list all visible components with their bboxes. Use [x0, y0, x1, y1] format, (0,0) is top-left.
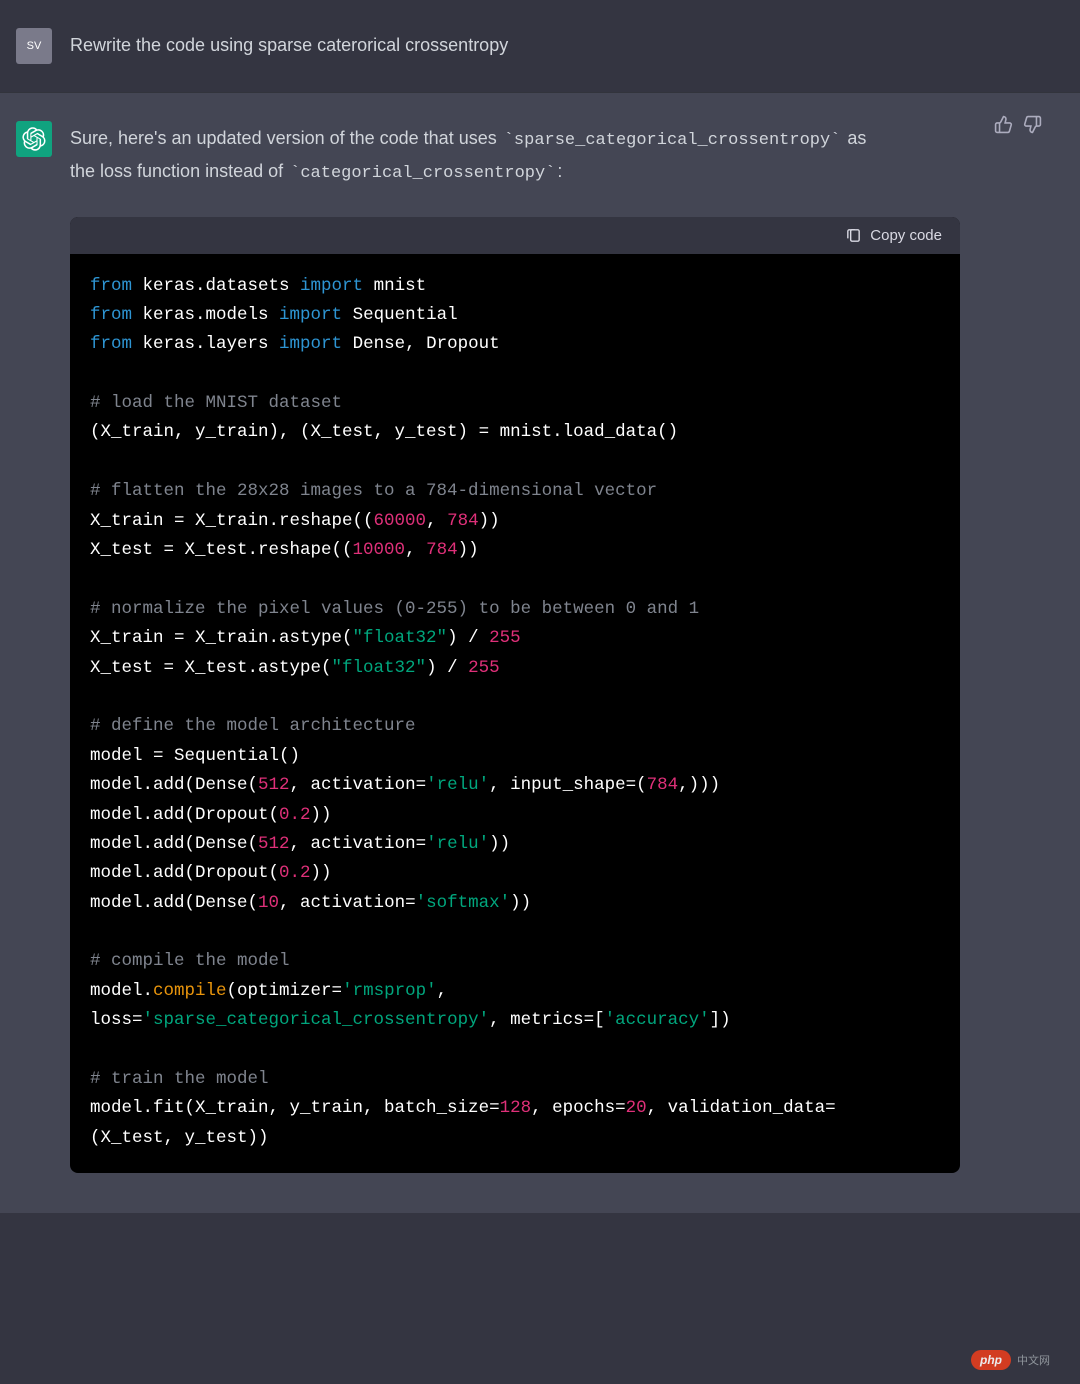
clipboard-icon	[845, 227, 862, 244]
user-avatar: SV	[16, 28, 52, 64]
assistant-intro-paragraph: Sure, here's an updated version of the c…	[70, 123, 880, 189]
watermark-text: 中文网	[1017, 1352, 1050, 1368]
copy-code-button[interactable]: Copy code	[845, 227, 942, 244]
code-block-body[interactable]: from keras.datasets import mnist from ke…	[70, 254, 960, 1174]
code-block-header: Copy code	[70, 217, 960, 254]
assistant-message-row: Sure, here's an updated version of the c…	[0, 92, 1080, 1213]
assistant-avatar	[16, 121, 52, 157]
thumbs-down-icon[interactable]	[1023, 115, 1042, 134]
message-feedback-actions	[994, 115, 1042, 134]
user-avatar-initials: SV	[27, 40, 42, 52]
thumbs-up-icon[interactable]	[994, 115, 1013, 134]
inline-code-2: `categorical_crossentropy`	[288, 163, 557, 184]
intro-text: Sure, here's an updated version of the c…	[70, 128, 502, 148]
assistant-message-content: Sure, here's an updated version of the c…	[70, 121, 880, 1173]
inline-code-1: `sparse_categorical_crossentropy`	[502, 130, 843, 151]
intro-text-after: :	[557, 161, 562, 181]
openai-logo-icon	[22, 127, 46, 151]
user-message-text: Rewrite the code using sparse caterorica…	[70, 28, 880, 64]
user-message-row: SV Rewrite the code using sparse cateror…	[0, 0, 1080, 92]
watermark-pill: php	[971, 1350, 1011, 1370]
copy-code-label: Copy code	[870, 227, 942, 244]
code-block: Copy code from keras.datasets import mni…	[70, 217, 960, 1174]
watermark: php 中文网	[971, 1350, 1050, 1370]
